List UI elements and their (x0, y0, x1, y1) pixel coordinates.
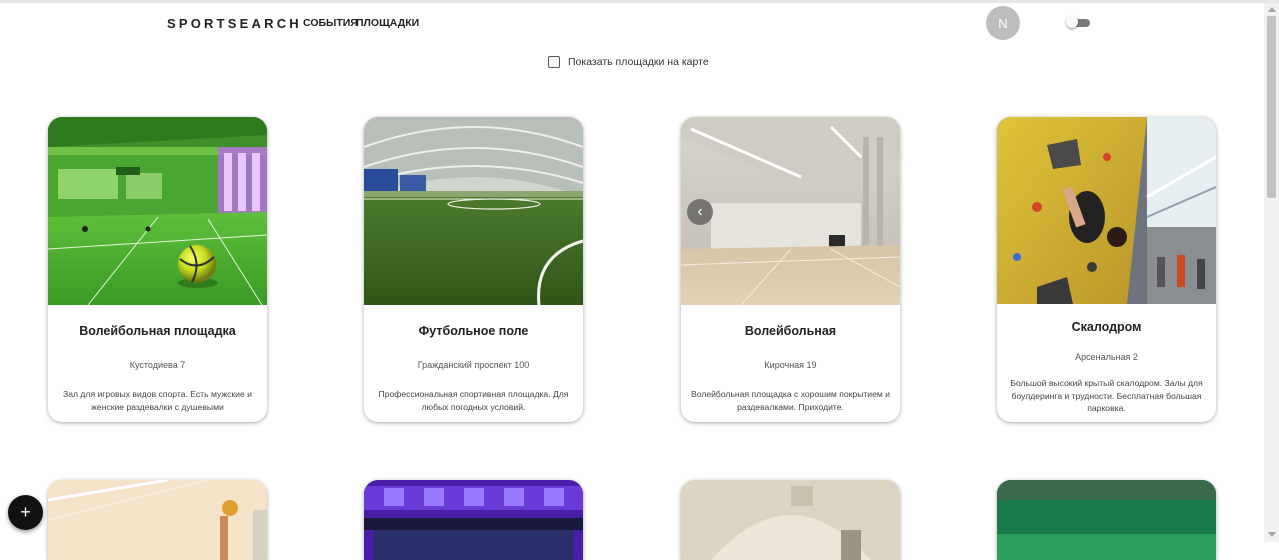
venue-photo-indoor-gym (681, 117, 900, 305)
scroll-down-icon[interactable] (1268, 532, 1276, 537)
show-map-label: Показать площадки на карте (568, 56, 709, 68)
venue-photo-volleyball-hall (48, 117, 267, 305)
venue-photo-table-tennis (364, 480, 583, 560)
nav-places[interactable]: ПЛОЩАДКИ (356, 17, 419, 29)
card-description: Зал для игровых видов спорта. Есть мужск… (63, 389, 252, 412)
nav-events[interactable]: СОБЫТИЯ (303, 17, 358, 29)
add-fab-button[interactable]: + (8, 495, 43, 530)
card-address: Кустодиева 7 (129, 360, 186, 370)
show-map-checkbox[interactable] (548, 56, 560, 68)
carousel-prev-button[interactable]: ‹ (687, 199, 713, 225)
card-title: Волейбольная (744, 324, 837, 338)
card-address: Гражданский проспект 100 (417, 360, 530, 370)
card-description: Профессиональная спортивная площадка. Дл… (378, 389, 569, 412)
venue-card[interactable]: Волейбольная площадка Кустодиева 7 Зал д… (48, 117, 267, 422)
card-address: Кирочная 19 (764, 360, 817, 370)
venue-card[interactable]: Футбольное поле Гражданский проспект 100… (364, 117, 583, 422)
venue-photo-climbing-wall (997, 117, 1216, 304)
venue-card-partial[interactable] (364, 480, 583, 560)
theme-toggle[interactable] (1066, 16, 1090, 28)
card-description: Большой высокий крытый скалодром. Залы д… (1010, 378, 1203, 413)
venue-photo-beach-volleyball (48, 480, 267, 560)
venue-card[interactable]: Скалодром Арсенальная 2 Большой высокий … (997, 117, 1216, 422)
scroll-up-icon[interactable] (1268, 7, 1276, 12)
venue-photo-football-pitch (997, 480, 1216, 560)
card-title: Футбольное поле (418, 324, 529, 338)
venue-card[interactable]: ‹ Волейбольная Кирочная 19 Волейбольная … (681, 117, 900, 422)
logo[interactable]: SPORTSEARCH (167, 16, 302, 31)
venue-photo-hall (681, 480, 900, 560)
venue-card-partial[interactable] (48, 480, 267, 560)
card-title: Волейбольная площадка (79, 324, 236, 338)
scrollbar[interactable] (1264, 3, 1279, 542)
card-title: Скалодром (1071, 320, 1142, 334)
toggle-knob (1066, 16, 1078, 28)
header: SPORTSEARCH СОБЫТИЯ ПЛОЩАДКИ N (0, 3, 1264, 45)
card-description: Волейбольная площадка с хорошим покрытие… (691, 389, 890, 412)
card-address: Арсенальная 2 (1075, 352, 1138, 362)
venue-card-partial[interactable] (997, 480, 1216, 560)
show-map-toggle[interactable]: Показать площадки на карте (548, 55, 709, 69)
venue-photo-football-dome (364, 117, 583, 305)
scrollbar-thumb[interactable] (1267, 16, 1276, 198)
venue-card-partial[interactable] (681, 480, 900, 560)
avatar[interactable]: N (986, 6, 1020, 40)
